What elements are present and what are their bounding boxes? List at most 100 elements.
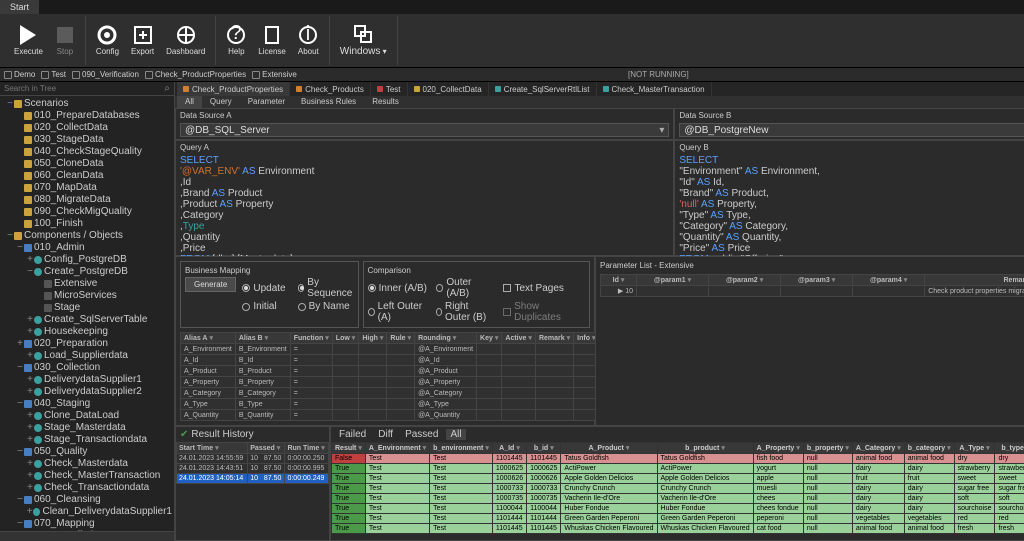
tree-node[interactable]: −060_Cleansing	[2, 494, 172, 506]
tree-node[interactable]: 050_CloneData	[2, 158, 172, 170]
result-filter-passed[interactable]: Passed	[401, 429, 442, 440]
tree-node[interactable]: −050_Quality	[2, 446, 172, 458]
editor-tab[interactable]: Create_SqlServerRtlList	[489, 82, 597, 96]
tree-node[interactable]: −010_Admin	[2, 242, 172, 254]
tree-node[interactable]: −Components / Objects	[2, 230, 172, 242]
breadcrumb-item[interactable]: Demo	[4, 70, 35, 79]
sub-tab[interactable]: Results	[364, 96, 407, 108]
tree-node[interactable]: +Check_Masterdata	[2, 458, 172, 470]
outer-radio[interactable]: Outer (A/B)	[436, 277, 496, 299]
breadcrumb-item[interactable]: Extensive	[252, 70, 297, 79]
by-name-radio[interactable]: By Name	[298, 301, 354, 312]
tree-node[interactable]: 070_MapData	[2, 182, 172, 194]
query-b-editor[interactable]: SELECT "Environment" AS Environment, "Id…	[679, 155, 1024, 265]
tree-node[interactable]: 040_CheckStageQuality	[2, 146, 172, 158]
result-grid[interactable]: Result▾A_Environment▾b_environment▾A_Id▾…	[331, 442, 1024, 534]
breadcrumb-item[interactable]: Check_ProductProperties	[145, 70, 246, 79]
mapping-grid[interactable]: Alias A▾Alias B▾Function▾Low▾High▾Rule▾R…	[180, 332, 599, 421]
right-outer-radio[interactable]: Right Outer (B)	[436, 301, 496, 323]
tree-node[interactable]: +Config_PostgreDB	[2, 254, 172, 266]
tree-search-input[interactable]	[4, 84, 164, 93]
about-button[interactable]: i About	[292, 23, 325, 58]
tree-node[interactable]: MicroServices	[2, 290, 172, 302]
tree-node[interactable]: 100_Finish	[2, 218, 172, 230]
update-radio[interactable]: Update	[242, 277, 285, 299]
tree-node[interactable]: 060_CleanData	[2, 170, 172, 182]
stop-button[interactable]: Stop	[49, 23, 81, 58]
editor-tab[interactable]: Check_ProductProperties	[177, 82, 290, 96]
tree-node[interactable]: −Create_PostgreDB	[2, 266, 172, 278]
tree-node[interactable]: 090_CheckMigQuality	[2, 206, 172, 218]
tree-node[interactable]: +DeliverydataSupplier2	[2, 386, 172, 398]
generate-button[interactable]: Generate	[185, 277, 236, 292]
sub-tab[interactable]: Parameter	[240, 96, 293, 108]
result-filter-diff[interactable]: Diff	[374, 429, 397, 440]
tree-node[interactable]: −Scenarios	[2, 98, 172, 110]
parameter-grid[interactable]: Id▾@param1▾@param2▾@param3▾@param4▾Remar…	[600, 274, 1024, 297]
tree-node[interactable]: 010_PrepareDatabases	[2, 110, 172, 122]
sub-tab[interactable]: All	[177, 96, 202, 108]
editor-tab[interactable]: 020_CollectData	[408, 82, 489, 96]
windows-button[interactable]: Windows ▾	[334, 22, 393, 59]
sub-tab[interactable]: Business Rules	[293, 96, 364, 108]
breadcrumb-item[interactable]: Test	[41, 70, 66, 79]
editor-tab[interactable]: Check_Products	[290, 82, 371, 96]
tree-node[interactable]: −070_Mapping	[2, 518, 172, 530]
tree-node[interactable]: +Check_Transactiondata	[2, 482, 172, 494]
business-mapping-title: Business Mapping	[185, 266, 354, 275]
tree-node[interactable]: Stage	[2, 302, 172, 314]
help-button[interactable]: ? Help	[220, 23, 252, 58]
result-filter-failed[interactable]: Failed	[335, 429, 370, 440]
tree-node[interactable]: +Clean_DeliverydataSupplier1	[2, 506, 172, 518]
license-button[interactable]: License	[252, 23, 292, 58]
tree-node[interactable]: +Housekeeping	[2, 326, 172, 338]
execute-button[interactable]: Execute	[8, 23, 49, 58]
show-duplicates-check[interactable]: Show Duplicates	[503, 301, 585, 323]
tree-node[interactable]: +Check_MasterTransaction	[2, 470, 172, 482]
tree-node[interactable]: +020_Preparation	[2, 338, 172, 350]
tree-node[interactable]: 030_StageData	[2, 134, 172, 146]
tree-node[interactable]: +Load_Supplierdata	[2, 350, 172, 362]
tree-node[interactable]: +Create_SqlServerTable	[2, 314, 172, 326]
datasource-a-select[interactable]: @DB_SQL_Server▾	[180, 123, 669, 137]
by-sequence-radio[interactable]: By Sequence	[298, 277, 354, 299]
datasource-b-select[interactable]: @DB_PostgreNew▾	[679, 123, 1024, 137]
tree-scrollbar[interactable]	[0, 531, 174, 541]
text-pages-check[interactable]: Text Pages	[503, 277, 585, 299]
query-a-editor[interactable]: SELECT '@VAR_ENV' AS Environment ,Id ,Br…	[180, 155, 669, 265]
tree-node[interactable]: 020_CollectData	[2, 122, 172, 134]
check-icon: ✔	[180, 429, 188, 440]
left-outer-radio[interactable]: Left Outer (A)	[368, 301, 428, 323]
config-button[interactable]: Config	[90, 23, 125, 58]
sub-tab[interactable]: Query	[202, 96, 240, 108]
comparison-title: Comparison	[368, 266, 585, 275]
play-icon	[18, 25, 38, 45]
ribbon-tab-start[interactable]: Start	[0, 0, 39, 14]
tree[interactable]: −Scenarios010_PrepareDatabases020_Collec…	[0, 96, 174, 531]
export-icon	[133, 25, 153, 45]
tree-node[interactable]: −030_Collection	[2, 362, 172, 374]
tree-node[interactable]: −040_Staging	[2, 398, 172, 410]
run-status: [NOT RUNNING]	[628, 70, 689, 79]
tree-panel: ⌕ −Scenarios010_PrepareDatabases020_Coll…	[0, 82, 175, 541]
editor-tab[interactable]: Check_MasterTransaction	[597, 82, 712, 96]
editor-tab[interactable]: Test	[371, 82, 408, 96]
globe-icon	[176, 25, 196, 45]
history-grid[interactable]: Start Time▾Passed▾Run Time▾24.01.2023 14…	[176, 442, 329, 484]
tree-node[interactable]: 080_MigrateData	[2, 194, 172, 206]
inner-radio[interactable]: Inner (A/B)	[368, 277, 428, 299]
export-button[interactable]: Export	[125, 23, 160, 58]
result-filter-all[interactable]: All	[446, 429, 465, 440]
breadcrumb-item[interactable]: 090_Verification	[72, 70, 139, 79]
initial-radio[interactable]: Initial	[242, 301, 285, 312]
tree-node[interactable]: +Stage_Masterdata	[2, 422, 172, 434]
tree-node[interactable]: +DeliverydataSupplier1	[2, 374, 172, 386]
dashboard-button[interactable]: Dashboard	[160, 23, 211, 58]
tree-node[interactable]: +Clone_DataLoad	[2, 410, 172, 422]
tree-node[interactable]: +Stage_Transactiondata	[2, 434, 172, 446]
search-icon[interactable]: ⌕	[164, 83, 170, 94]
tree-node[interactable]: Extensive	[2, 278, 172, 290]
parameter-list-title: Parameter List - Extensive	[600, 261, 1024, 270]
svg-text:i: i	[306, 25, 310, 45]
result-filter: Failed Diff Passed All	[331, 427, 1024, 442]
